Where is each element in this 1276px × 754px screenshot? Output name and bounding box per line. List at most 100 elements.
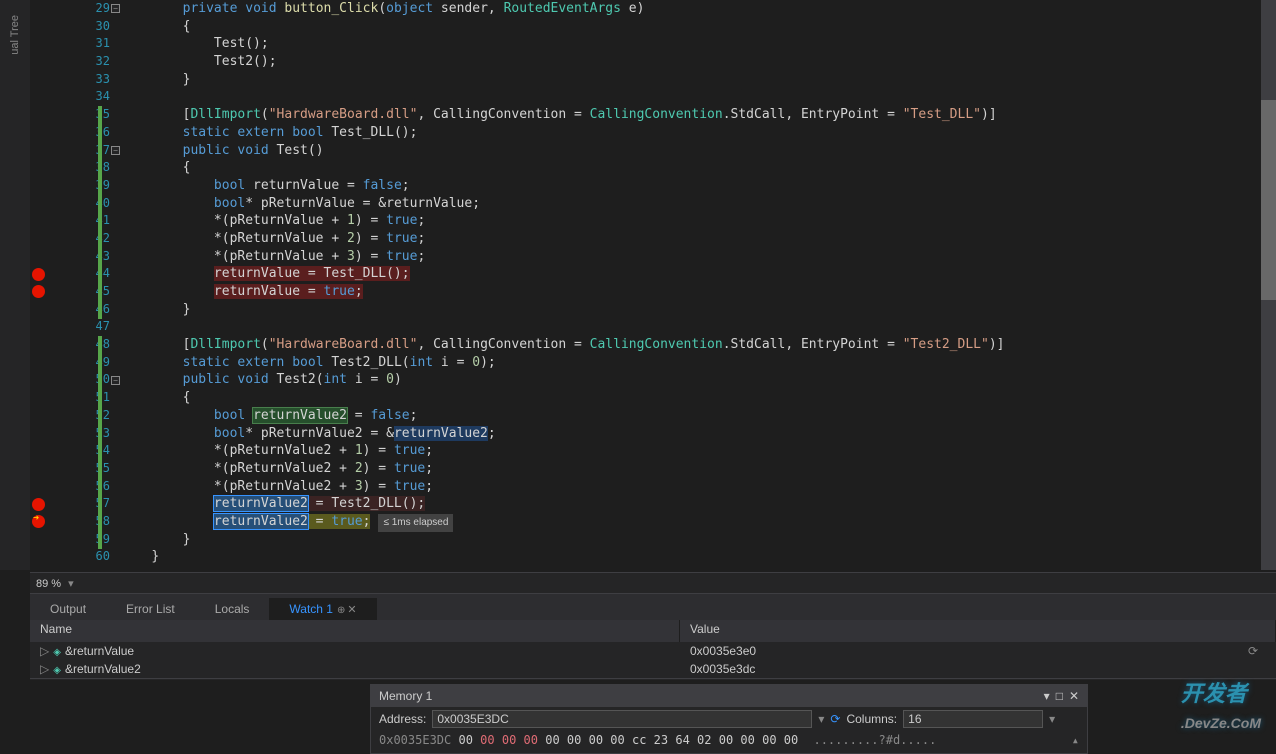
code-line[interactable] <box>120 318 1261 336</box>
tab-output[interactable]: Output <box>30 598 106 620</box>
line-number: 34 <box>80 88 120 106</box>
code-line[interactable]: [DllImport("HardwareBoard.dll", CallingC… <box>120 336 1261 354</box>
memory-byte[interactable]: 00 <box>733 733 755 747</box>
memory-title-bar: Memory 1 ▾ □ ✕ <box>371 685 1087 707</box>
columns-input[interactable] <box>903 710 1043 728</box>
memory-byte[interactable]: 00 <box>473 733 495 747</box>
columns-dropdown-icon[interactable]: ▾ <box>1049 707 1055 731</box>
maximize-icon[interactable]: □ <box>1056 685 1063 707</box>
columns-label: Columns: <box>846 707 897 731</box>
watch-col-value[interactable]: Value <box>680 620 1276 642</box>
watch-header: Name Value <box>30 620 1276 642</box>
code-line[interactable]: returnValue = Test_DLL(); <box>120 265 1261 283</box>
execution-pointer-icon[interactable] <box>32 515 45 528</box>
zoom-value[interactable]: 89 % <box>36 578 61 590</box>
scrollbar-thumb[interactable] <box>1261 100 1276 300</box>
code-line[interactable]: { <box>120 159 1261 177</box>
memory-byte[interactable]: 23 <box>646 733 668 747</box>
memory-byte[interactable]: 00 <box>458 733 472 747</box>
close-icon[interactable]: ✕ <box>347 604 356 616</box>
expander-icon[interactable]: ▷ <box>40 662 49 676</box>
memory-panel: Memory 1 ▾ □ ✕ Address: ▾ ⟳ Columns: ▾ 0… <box>370 684 1088 754</box>
code-line[interactable]: Test2(); <box>120 53 1261 71</box>
code-line[interactable]: *(pReturnValue + 3) = true; <box>120 248 1261 266</box>
memory-byte[interactable]: 64 <box>668 733 690 747</box>
memory-byte[interactable]: 00 <box>495 733 517 747</box>
watch-row[interactable]: ▷◈&returnValue0x0035e3e0⟳ <box>30 642 1276 660</box>
code-line[interactable]: } <box>120 531 1261 549</box>
refresh-icon[interactable]: ⟳ <box>830 707 840 731</box>
code-line[interactable]: bool* pReturnValue2 = &returnValue2; <box>120 425 1261 443</box>
code-line[interactable]: bool* pReturnValue = &returnValue; <box>120 195 1261 213</box>
code-editor[interactable]: 2930313233343536373839404142434445464748… <box>30 0 1276 570</box>
address-input[interactable] <box>432 710 812 728</box>
address-label: Address: <box>379 707 426 731</box>
modified-indicator <box>98 336 102 548</box>
code-line[interactable]: *(pReturnValue2 + 3) = true; <box>120 478 1261 496</box>
memory-byte[interactable]: 00 <box>712 733 734 747</box>
editor-gutter: 2930313233343536373839404142434445464748… <box>30 0 120 570</box>
code-line[interactable]: public void Test() <box>120 142 1261 160</box>
fold-toggle-icon[interactable] <box>111 376 120 385</box>
pin-icon[interactable]: ⊕ <box>337 605 345 616</box>
breakpoint-icon[interactable] <box>32 285 45 298</box>
code-line[interactable]: *(pReturnValue + 2) = true; <box>120 230 1261 248</box>
code-line[interactable]: static extern bool Test_DLL(); <box>120 124 1261 142</box>
memory-byte[interactable]: 00 <box>516 733 538 747</box>
watch-col-name[interactable]: Name <box>30 620 680 642</box>
breakpoint-icon[interactable] <box>32 498 45 511</box>
code-line[interactable]: *(pReturnValue + 1) = true; <box>120 212 1261 230</box>
zoom-bar: 89 % ▾ <box>30 572 1276 594</box>
code-line[interactable]: } <box>120 71 1261 89</box>
breakpoint-icon[interactable] <box>32 268 45 281</box>
memory-byte[interactable]: 02 <box>690 733 712 747</box>
code-line[interactable]: Test(); <box>120 35 1261 53</box>
memory-byte[interactable]: 00 <box>755 733 777 747</box>
watch-name: &returnValue <box>65 644 134 658</box>
tab-locals[interactable]: Locals <box>195 598 270 620</box>
dropdown-icon[interactable]: ▾ <box>1044 685 1050 707</box>
expander-icon[interactable]: ▷ <box>40 644 49 658</box>
code-line[interactable]: public void Test2(int i = 0) <box>120 371 1261 389</box>
watch-value: 0x0035e3dc <box>690 662 755 676</box>
address-dropdown-icon[interactable]: ▾ <box>818 707 824 731</box>
memory-byte[interactable]: 00 <box>560 733 582 747</box>
fold-toggle-icon[interactable] <box>111 146 120 155</box>
close-icon[interactable]: ✕ <box>1069 685 1079 707</box>
memory-byte[interactable]: 00 <box>581 733 603 747</box>
refresh-icon[interactable]: ⟳ <box>1248 642 1258 660</box>
line-number: 32 <box>80 53 120 71</box>
memory-scrollbar[interactable]: ▴ <box>1072 733 1079 747</box>
vertical-scrollbar[interactable] <box>1261 0 1276 570</box>
code-line[interactable]: *(pReturnValue2 + 1) = true; <box>120 442 1261 460</box>
tab-error-list[interactable]: Error List <box>106 598 195 620</box>
code-line[interactable]: } <box>120 548 1261 566</box>
variable-icon: ◈ <box>53 665 61 676</box>
code-line[interactable]: [DllImport("HardwareBoard.dll", CallingC… <box>120 106 1261 124</box>
watch-row[interactable]: ▷◈&returnValue20x0035e3dc <box>30 660 1276 678</box>
variable-icon: ◈ <box>53 647 61 658</box>
code-line[interactable]: returnValue2 = true;≤ 1ms elapsed <box>120 513 1261 531</box>
code-line[interactable]: private void button_Click(object sender,… <box>120 0 1261 18</box>
code-line[interactable]: bool returnValue = false; <box>120 177 1261 195</box>
memory-content[interactable]: 0x0035E3DC 00 00 00 00 00 00 00 00 cc 23… <box>371 731 1087 749</box>
memory-byte[interactable]: 00 <box>603 733 625 747</box>
code-line[interactable]: static extern bool Test2_DLL(int i = 0); <box>120 354 1261 372</box>
code-line[interactable]: bool returnValue2 = false; <box>120 407 1261 425</box>
memory-byte[interactable]: cc <box>625 733 647 747</box>
code-line[interactable]: } <box>120 301 1261 319</box>
code-line[interactable]: *(pReturnValue2 + 2) = true; <box>120 460 1261 478</box>
code-line[interactable]: { <box>120 389 1261 407</box>
memory-byte[interactable]: 00 <box>777 733 799 747</box>
fold-toggle-icon[interactable] <box>111 4 120 13</box>
code-line[interactable]: returnValue2 = Test2_DLL(); <box>120 495 1261 513</box>
modified-indicator <box>98 106 102 318</box>
memory-byte[interactable]: 00 <box>538 733 560 747</box>
zoom-dropdown-icon[interactable]: ▾ <box>68 578 74 590</box>
side-panel-label[interactable]: ual Tree <box>9 15 21 55</box>
code-area[interactable]: private void button_Click(object sender,… <box>120 0 1261 570</box>
tab-watch-1[interactable]: Watch 1⊕✕ <box>269 598 376 620</box>
code-line[interactable]: returnValue = true; <box>120 283 1261 301</box>
code-line[interactable] <box>120 88 1261 106</box>
code-line[interactable]: { <box>120 18 1261 36</box>
